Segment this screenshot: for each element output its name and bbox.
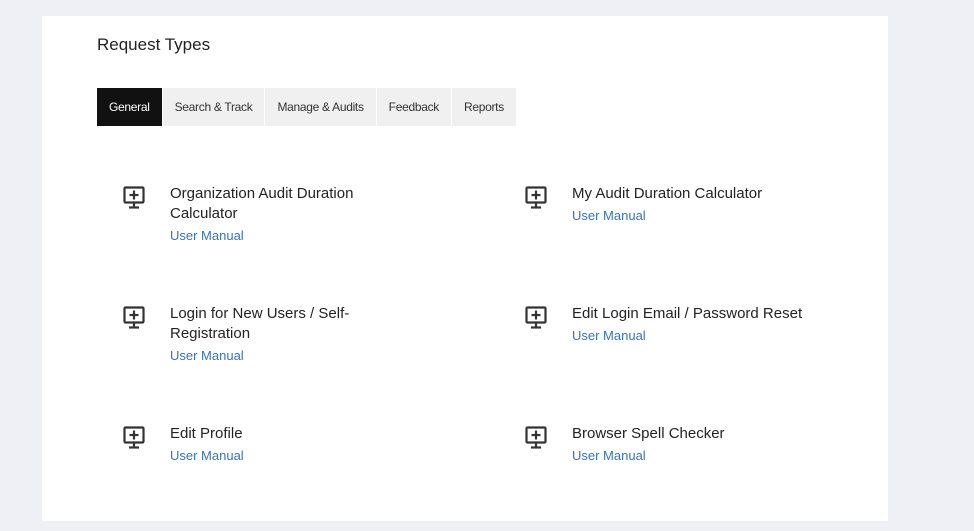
tab-manage-audits[interactable]: Manage & Audits: [265, 88, 377, 126]
request-item-title[interactable]: Browser Spell Checker: [572, 424, 862, 444]
tab-search-track[interactable]: Search & Track: [162, 88, 266, 126]
request-item-title[interactable]: My Audit Duration Calculator: [572, 184, 862, 204]
monitor-plus-icon[interactable]: [525, 426, 547, 450]
request-item-title[interactable]: Edit Profile: [170, 424, 460, 444]
user-manual-link[interactable]: User Manual: [572, 328, 646, 343]
request-item-my-audit-duration-calculator: My Audit Duration Calculator User Manual: [525, 184, 845, 234]
tab-bar: General Search & Track Manage & Audits F…: [97, 88, 517, 126]
tab-general[interactable]: General: [97, 88, 163, 126]
request-item-edit-login-email: Edit Login Email / Password Reset User M…: [525, 304, 845, 354]
user-manual-link[interactable]: User Manual: [170, 348, 244, 363]
request-types-panel: Request Types General Search & Track Man…: [42, 16, 888, 521]
tab-feedback[interactable]: Feedback: [376, 88, 452, 126]
monitor-plus-icon[interactable]: [525, 186, 547, 210]
monitor-plus-icon[interactable]: [123, 186, 145, 210]
request-item-title[interactable]: Edit Login Email / Password Reset: [572, 304, 872, 324]
request-item-browser-spell-checker: Browser Spell Checker User Manual: [525, 424, 845, 474]
request-item-login-new-users: Login for New Users / Self-Registration …: [123, 304, 443, 374]
monitor-plus-icon[interactable]: [123, 426, 145, 450]
monitor-plus-icon[interactable]: [525, 306, 547, 330]
monitor-plus-icon[interactable]: [123, 306, 145, 330]
user-manual-link[interactable]: User Manual: [170, 448, 244, 463]
request-item-org-audit-duration-calculator: Organization Audit Duration Calculator U…: [123, 184, 443, 254]
user-manual-link[interactable]: User Manual: [572, 208, 646, 223]
request-item-title[interactable]: Organization Audit Duration Calculator: [170, 184, 410, 224]
user-manual-link[interactable]: User Manual: [170, 228, 244, 243]
user-manual-link[interactable]: User Manual: [572, 448, 646, 463]
request-item-edit-profile: Edit Profile User Manual: [123, 424, 443, 474]
request-item-title[interactable]: Login for New Users / Self-Registration: [170, 304, 400, 344]
tab-reports[interactable]: Reports: [451, 88, 517, 126]
page-title: Request Types: [97, 35, 211, 54]
